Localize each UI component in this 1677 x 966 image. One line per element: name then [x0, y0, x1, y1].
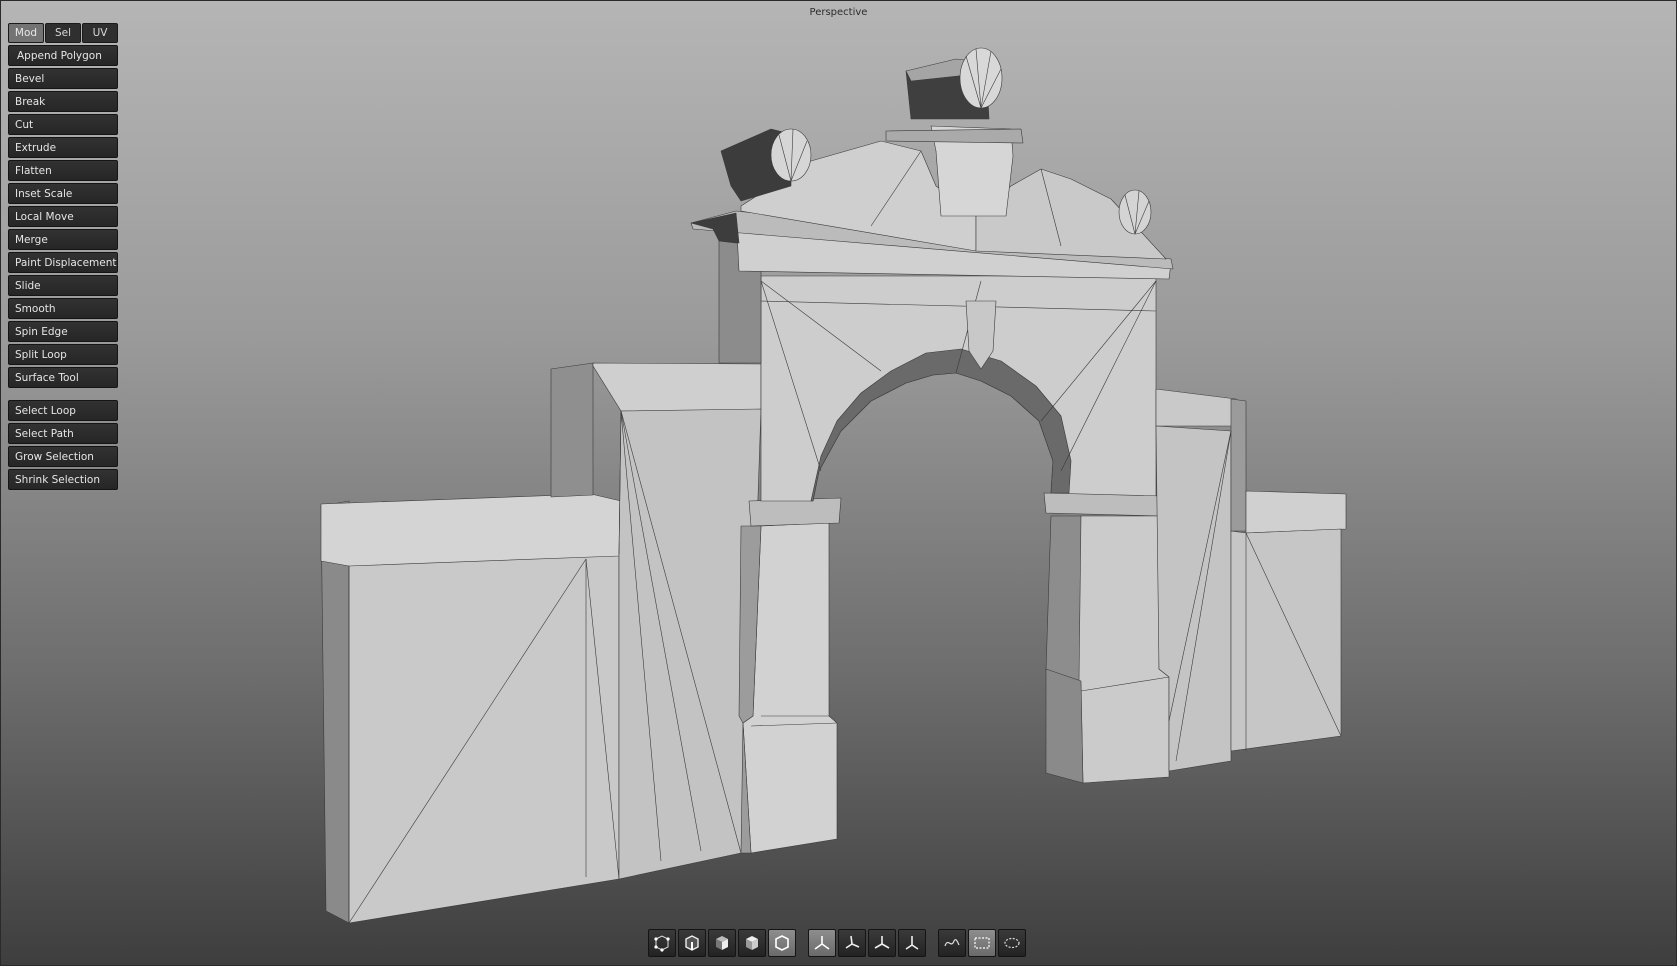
screen-axis-icon: [874, 936, 890, 949]
local-axis-button[interactable]: [838, 929, 866, 957]
tool-panel: Mod Sel UV Append Polygon Bevel Break Cu…: [8, 23, 118, 492]
vertex-mode-button[interactable]: [648, 929, 676, 957]
rectangle-select-button[interactable]: [968, 929, 996, 957]
transform-axis-group: [808, 929, 926, 957]
tab-uv[interactable]: UV: [82, 23, 118, 43]
uv-shell-mode-icon: [775, 935, 789, 951]
grow-selection-button[interactable]: Grow Selection: [8, 446, 118, 467]
smooth-button[interactable]: Smooth: [8, 298, 118, 319]
local-move-button[interactable]: Local Move: [8, 206, 118, 227]
right-pier-face: [1078, 515, 1170, 784]
tab-sel[interactable]: Sel: [45, 23, 81, 43]
edge-mode-icon: [685, 935, 699, 951]
left-wall-face: [348, 553, 620, 924]
object-mode-icon: [746, 936, 758, 950]
right-shell: [1118, 189, 1152, 235]
merge-button[interactable]: Merge: [8, 229, 118, 250]
mode-tabs: Mod Sel UV: [8, 23, 118, 43]
object-mode-button[interactable]: [738, 929, 766, 957]
flatten-button[interactable]: Flatten: [8, 160, 118, 181]
split-loop-button[interactable]: Split Loop: [8, 344, 118, 365]
right-tall-wall-side: [1230, 398, 1247, 532]
component-mode-group: [648, 929, 796, 957]
append-polygon-button[interactable]: Append Polygon: [8, 45, 118, 66]
right-low-wall-face: [1230, 528, 1342, 752]
local-axis-icon: [845, 935, 860, 949]
select-loop-button[interactable]: Select Loop: [8, 400, 118, 421]
uv-shell-mode-button[interactable]: [768, 929, 796, 957]
right-low-wall-cap: [1245, 490, 1347, 534]
group-divider: [8, 390, 118, 400]
paint-displacement-button[interactable]: Paint Displacement: [8, 252, 118, 273]
inset-scale-button[interactable]: Inset Scale: [8, 183, 118, 204]
selection-shape-group: [938, 929, 1026, 957]
right-pier-capital: [1043, 492, 1164, 517]
left-tall-wall-cap: [592, 362, 762, 412]
select-path-button[interactable]: Select Path: [8, 423, 118, 444]
archway-mesh[interactable]: [1, 1, 1677, 966]
slide-button[interactable]: Slide: [8, 275, 118, 296]
custom-axis-button[interactable]: [898, 929, 926, 957]
face-mode-button[interactable]: [708, 929, 736, 957]
cut-button[interactable]: Cut: [8, 114, 118, 135]
world-axis-button[interactable]: [808, 929, 836, 957]
face-mode-icon: [716, 936, 728, 950]
right-tall-wall: [1155, 388, 1237, 427]
left-wall-cap: [320, 493, 622, 567]
world-axis-icon: [814, 936, 830, 950]
custom-axis-icon: [905, 936, 919, 950]
3d-viewport[interactable]: Perspective: [0, 0, 1677, 966]
right-pier-base-side: [1045, 668, 1084, 784]
extrude-button[interactable]: Extrude: [8, 137, 118, 158]
edge-mode-button[interactable]: [678, 929, 706, 957]
bevel-button[interactable]: Bevel: [8, 68, 118, 89]
surface-tool-button[interactable]: Surface Tool: [8, 367, 118, 388]
freehand-select-icon: [944, 939, 960, 947]
lasso-select-icon: [1004, 937, 1020, 949]
break-button[interactable]: Break: [8, 91, 118, 112]
vertex-mode-icon: [654, 935, 670, 952]
center-pedestal-top: [885, 128, 1024, 144]
rectangle-select-icon: [974, 937, 990, 949]
bottom-toolbar: [648, 928, 1038, 958]
spin-edge-button[interactable]: Spin Edge: [8, 321, 118, 342]
freehand-select-button[interactable]: [938, 929, 966, 957]
screen-axis-button[interactable]: [868, 929, 896, 957]
shrink-selection-button[interactable]: Shrink Selection: [8, 469, 118, 490]
right-pier-side: [1045, 515, 1082, 682]
lasso-select-button[interactable]: [998, 929, 1026, 957]
left-tall-wall-side: [550, 362, 594, 498]
tab-mod[interactable]: Mod: [8, 23, 44, 43]
left-pier-capital: [748, 497, 842, 527]
